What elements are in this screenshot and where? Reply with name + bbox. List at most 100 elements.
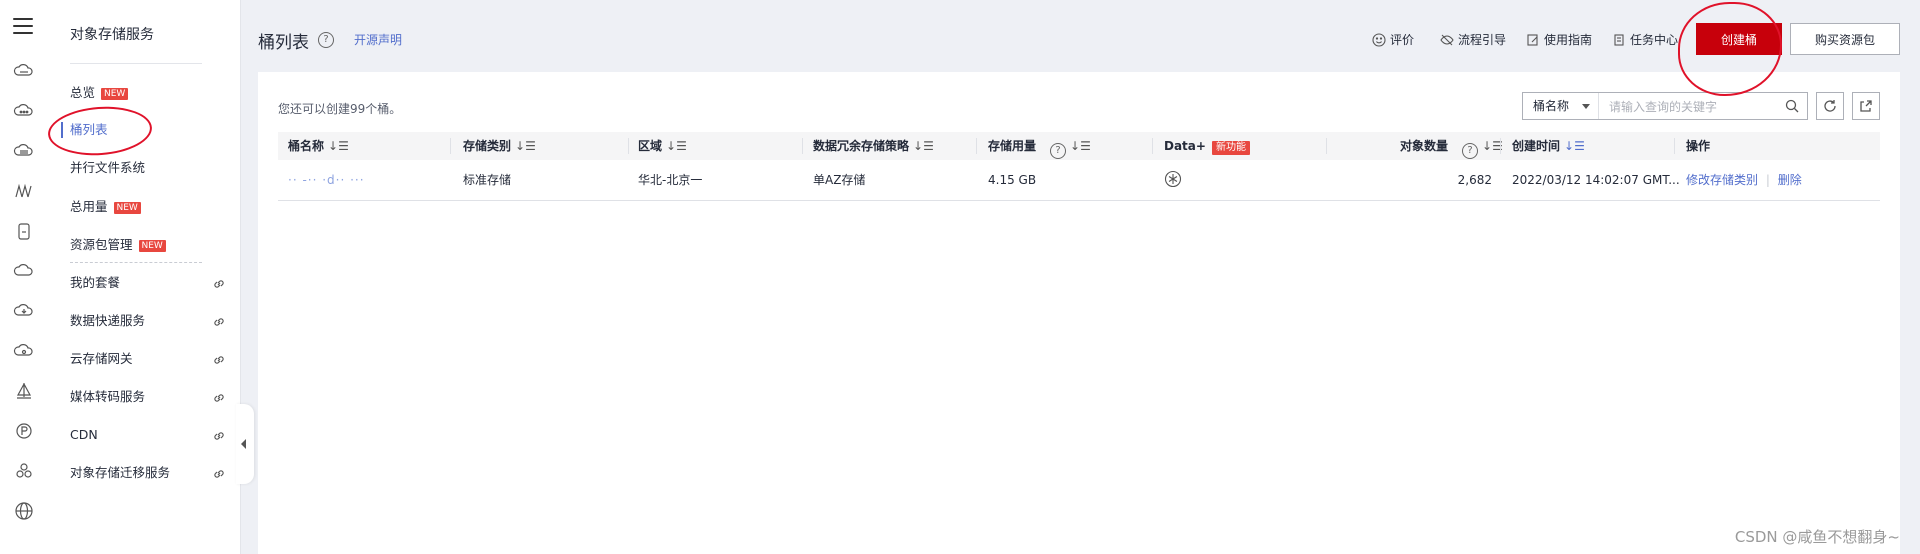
external-link-icon[interactable] xyxy=(212,353,226,367)
user-guide-button[interactable]: 使用指南 xyxy=(1526,31,1592,48)
separator: | xyxy=(1765,173,1770,187)
column-label: 操作 xyxy=(1686,139,1711,153)
column-divider xyxy=(1674,138,1675,154)
refresh-button[interactable] xyxy=(1816,92,1844,120)
sidebar-link-cdn[interactable]: CDN xyxy=(70,425,98,445)
bucket-name-link[interactable]: ·· -·· ·d·· ··· xyxy=(278,160,365,200)
sidebar-item-label: CDN xyxy=(70,427,98,442)
new-badge: NEW xyxy=(138,240,166,252)
cloud-storage-icon[interactable] xyxy=(13,140,35,162)
sidebar-item-label: 对象存储迁移服务 xyxy=(70,465,171,480)
sidebar-item-usage[interactable]: 总用量 NEW xyxy=(70,197,141,217)
column-header-created[interactable]: 创建时间 ↓☰ xyxy=(1502,132,1585,160)
column-label: 存储用量 xyxy=(988,139,1037,153)
sidebar-item-label: 资源包管理 xyxy=(70,237,133,252)
column-label: 桶名称 xyxy=(288,139,325,153)
column-divider xyxy=(1152,138,1153,154)
sidebar: 对象存储服务 总览 NEW 桶列表 并行文件系统 总用量 NEW 资源包管理 NEW … xyxy=(48,0,241,554)
process-guide-label: 流程引导 xyxy=(1458,33,1507,47)
sidebar-link-oms[interactable]: 对象存储迁移服务 xyxy=(70,463,170,483)
external-link-icon[interactable] xyxy=(212,391,226,405)
task-center-label: 任务中心 xyxy=(1630,33,1679,47)
open-source-link[interactable]: 开源声明 xyxy=(354,31,402,48)
help-icon[interactable]: ? xyxy=(1050,143,1067,159)
cell-redundancy: 单AZ存储 xyxy=(813,173,866,187)
cell-usage: 4.15 GB xyxy=(988,173,1037,187)
help-icon[interactable]: ? xyxy=(318,32,334,48)
cell-created: 2022/03/12 14:02:07 GMT... xyxy=(1512,173,1680,187)
search-input[interactable] xyxy=(1607,93,1781,121)
menu-icon[interactable] xyxy=(13,18,33,39)
sidebar-item-parallel-fs[interactable]: 并行文件系统 xyxy=(70,158,145,178)
search-icon[interactable] xyxy=(1785,99,1799,113)
modify-storage-class-link[interactable]: 修改存储类别 xyxy=(1686,173,1758,187)
sort-icon[interactable]: ↓☰ xyxy=(328,139,349,153)
sidebar-collapse-handle[interactable] xyxy=(236,404,254,484)
sidebar-link-media-transcode[interactable]: 媒体转码服务 xyxy=(70,387,145,407)
globe-icon[interactable] xyxy=(13,500,35,522)
column-header-name[interactable]: 桶名称 ↓☰ xyxy=(278,132,349,160)
external-link-icon[interactable] xyxy=(212,467,226,481)
column-divider xyxy=(1500,138,1501,154)
sidebar-link-storage-gateway[interactable]: 云存储网关 xyxy=(70,349,133,369)
bucket-list-card: 您还可以创建99个桶。 桶名称 桶名称↓☰ 存储类别↓☰ 区域↓☰ 数据冗余存储… xyxy=(258,72,1900,554)
smile-icon xyxy=(1372,33,1386,47)
column-header-objects[interactable]: 对象数量? ↓☰ xyxy=(1390,132,1503,160)
sidebar-item-overview[interactable]: 总览 NEW xyxy=(70,83,129,103)
sidebar-link-my-plan[interactable]: 我的套餐 xyxy=(70,273,120,293)
cloud-gear-icon[interactable] xyxy=(13,340,35,362)
bottle-icon[interactable] xyxy=(13,220,35,242)
help-icon[interactable]: ? xyxy=(1462,143,1479,159)
external-link-icon[interactable] xyxy=(212,277,226,291)
edit-doc-icon xyxy=(1527,34,1538,46)
bucket-quota-text: 您还可以创建99个桶。 xyxy=(278,102,402,116)
column-header-region[interactable]: 区域 ↓☰ xyxy=(628,132,687,160)
table-row: ·· -·· ·d·· ··· 标准存储 华北-北京一 单AZ存储 4.15 G… xyxy=(278,160,1880,201)
cloud-ellipsis-icon[interactable] xyxy=(13,100,35,122)
divider xyxy=(70,262,202,263)
search-box: 桶名称 xyxy=(1522,92,1808,121)
column-label: 区域 xyxy=(638,139,663,153)
cell-objects: 2,682 xyxy=(1457,173,1492,187)
sort-icon[interactable]: ↓☰ xyxy=(913,139,934,153)
column-header-usage[interactable]: 存储用量? ↓☰ xyxy=(978,132,1091,160)
rate-button[interactable]: 评价 xyxy=(1372,31,1414,48)
sort-icon[interactable]: ↓☰ xyxy=(666,139,687,153)
buy-resource-pack-button[interactable]: 购买资源包 xyxy=(1790,23,1900,55)
chevron-left-icon xyxy=(241,439,246,449)
column-header-data-plus: Data+ 新功能 xyxy=(1154,132,1250,160)
external-link-icon[interactable] xyxy=(212,429,226,443)
sidebar-link-data-express[interactable]: 数据快递服务 xyxy=(70,311,145,331)
search-field-select[interactable]: 桶名称 xyxy=(1523,93,1599,119)
delete-link[interactable]: 删除 xyxy=(1778,173,1802,187)
column-divider xyxy=(1326,138,1327,154)
column-header-redundancy[interactable]: 数据冗余存储策略 ↓☰ xyxy=(803,132,934,160)
clipboard-icon xyxy=(1614,34,1624,46)
process-guide-button[interactable]: 流程引导 xyxy=(1440,31,1506,48)
cloud-server-icon[interactable] xyxy=(13,60,35,82)
rings-icon[interactable] xyxy=(13,180,35,202)
sail-icon[interactable] xyxy=(13,380,35,402)
globe-p-icon[interactable] xyxy=(13,420,35,442)
export-button[interactable] xyxy=(1852,92,1880,120)
sort-icon[interactable]: ↓☰ xyxy=(1070,139,1091,153)
task-center-button[interactable]: 任务中心 xyxy=(1612,31,1678,48)
cloud-icon[interactable] xyxy=(13,260,35,282)
search-field-label: 桶名称 xyxy=(1533,99,1570,113)
sort-icon[interactable]: ↓☰ xyxy=(515,139,536,153)
column-header-storage-class[interactable]: 存储类别 ↓☰ xyxy=(453,132,536,160)
column-divider xyxy=(976,138,977,154)
sidebar-item-resource-packs[interactable]: 资源包管理 NEW xyxy=(70,235,166,255)
rate-label: 评价 xyxy=(1390,33,1415,47)
cell-region: 华北-北京一 xyxy=(638,173,703,187)
cloud-download-icon[interactable] xyxy=(13,300,35,322)
user-guide-label: 使用指南 xyxy=(1544,33,1593,47)
icon-rail xyxy=(0,0,49,554)
snowflake-icon[interactable] xyxy=(1164,170,1182,188)
sort-icon[interactable]: ↓☰ xyxy=(1564,139,1585,153)
sidebar-item-label: 总用量 xyxy=(70,199,108,214)
cluster-icon[interactable] xyxy=(13,460,35,482)
external-link-icon[interactable] xyxy=(212,315,226,329)
new-badge: NEW xyxy=(113,202,141,214)
cell-data-plus[interactable] xyxy=(1154,160,1182,200)
